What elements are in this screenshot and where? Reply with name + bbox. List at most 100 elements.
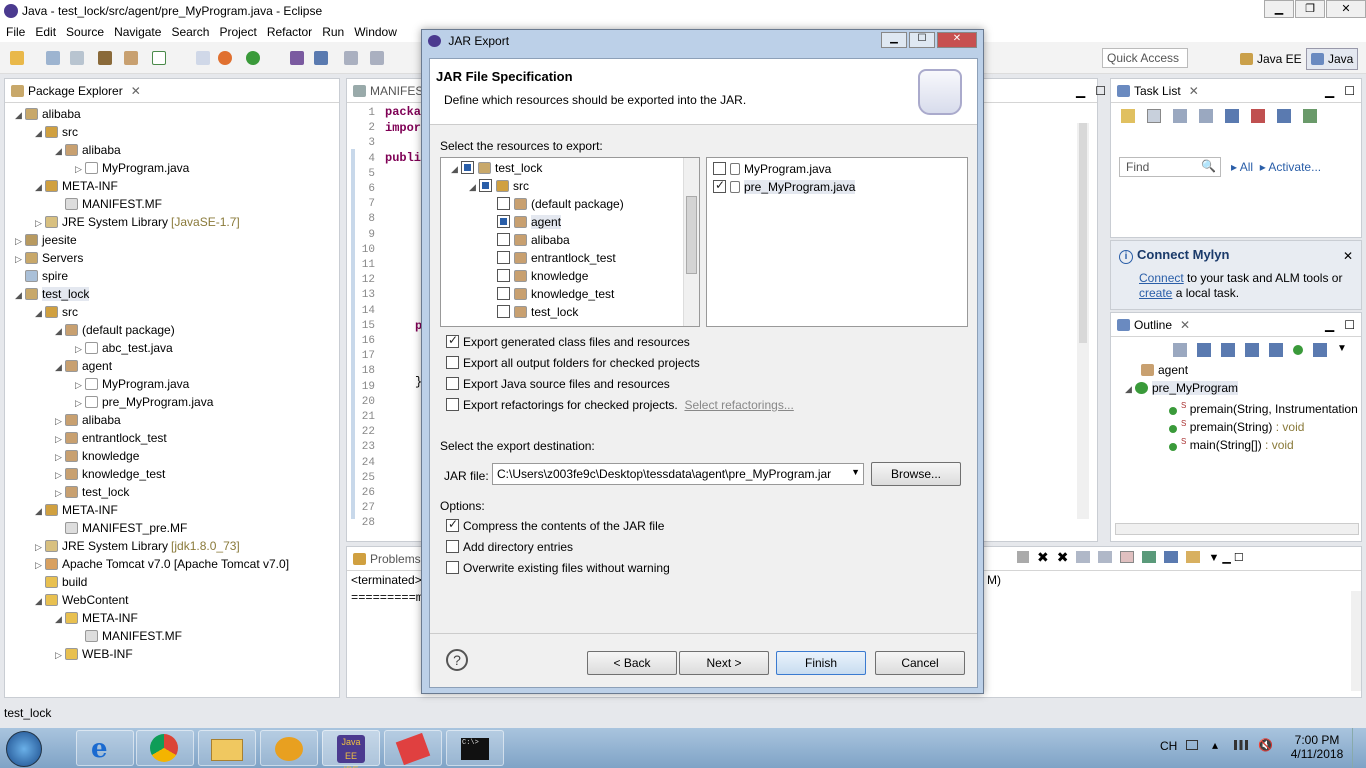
connect-link[interactable]: Connect xyxy=(1139,271,1184,285)
file-checkbox[interactable] xyxy=(713,162,726,175)
clear-console-icon[interactable] xyxy=(1076,551,1091,563)
new-task-icon[interactable] xyxy=(1121,109,1135,123)
hide-fields-icon[interactable] xyxy=(1221,343,1235,357)
resource-checkbox[interactable] xyxy=(497,197,510,210)
tree-row[interactable]: ▷ knowledge_test xyxy=(55,465,165,483)
public-icon[interactable] xyxy=(1293,345,1303,355)
opt-add-directory-entries[interactable]: Add directory entries xyxy=(446,540,573,554)
resource-checkbox[interactable] xyxy=(479,179,492,192)
tree-row[interactable]: ▷ JRE System Library [JavaSE-1.7] xyxy=(35,213,240,231)
create-link[interactable]: create xyxy=(1139,286,1172,300)
task-icon[interactable] xyxy=(152,51,166,65)
chrome-taskbar-icon[interactable] xyxy=(136,730,194,766)
collapse-arrow-icon[interactable]: ◢ xyxy=(55,142,65,160)
save-icon[interactable] xyxy=(46,51,60,65)
terminate-icon[interactable] xyxy=(1017,551,1029,563)
task-list-tab[interactable]: Task List ✕ ▁ ☐ xyxy=(1111,79,1361,103)
collapse-arrow-icon[interactable]: ◢ xyxy=(35,304,45,322)
collapse-arrow-icon[interactable]: ◢ xyxy=(55,322,65,340)
dialog-close-button[interactable]: ✕ xyxy=(937,32,977,48)
stop-icon[interactable] xyxy=(218,51,232,65)
perspective-java[interactable]: Java xyxy=(1306,48,1359,70)
hide-static-icon[interactable] xyxy=(1245,343,1259,357)
checkbox[interactable] xyxy=(446,333,459,348)
task-view-icon[interactable] xyxy=(1303,109,1317,123)
mylyn-close-icon[interactable]: ✕ xyxy=(1343,249,1353,263)
collapse-icon[interactable] xyxy=(1251,109,1265,123)
scroll-lock-icon[interactable] xyxy=(1098,551,1113,563)
tree-row[interactable]: ▷ pre_MyProgram.java xyxy=(75,393,213,411)
cmd-taskbar-icon[interactable]: C:\> xyxy=(446,730,504,766)
publish-icon[interactable] xyxy=(98,51,112,65)
expand-arrow-icon[interactable]: ▷ xyxy=(75,394,85,412)
expand-arrow-icon[interactable]: ▷ xyxy=(55,412,65,430)
expand-arrow-icon[interactable]: ▷ xyxy=(75,376,85,394)
focus-icon[interactable] xyxy=(1199,109,1213,123)
menu-file[interactable]: File xyxy=(6,25,25,39)
expand-arrow-icon[interactable]: ▷ xyxy=(75,160,85,178)
checkbox[interactable] xyxy=(446,540,459,553)
cancel-button[interactable]: Cancel xyxy=(875,651,965,675)
debug-icon[interactable] xyxy=(196,51,210,65)
tree-row[interactable]: ◢ META-INF xyxy=(35,177,118,195)
expand-arrow-icon[interactable]: ▷ xyxy=(15,250,25,268)
expand-arrow-icon[interactable]: ▷ xyxy=(15,232,25,250)
collapse-arrow-icon[interactable]: ◢ xyxy=(35,124,45,142)
start-button[interactable] xyxy=(6,731,42,767)
tree-row[interactable]: ◢ META-INF xyxy=(55,609,138,627)
collapse-arrow-icon[interactable]: ◢ xyxy=(15,106,25,124)
outline-view-menu-icon[interactable]: ▼ xyxy=(1337,343,1347,357)
tree-row[interactable]: ▷ entrantlock_test xyxy=(55,429,167,447)
tree-row[interactable]: ◢ agent xyxy=(55,357,112,375)
annotation-icon[interactable] xyxy=(344,51,358,65)
editor-tab-manifest[interactable]: MANIFES xyxy=(370,84,423,98)
outlook-taskbar-icon[interactable] xyxy=(260,730,318,766)
opt-overwrite[interactable]: Overwrite existing files without warning xyxy=(446,561,670,575)
tree-row[interactable]: MANIFEST.MF xyxy=(55,195,162,213)
all-link[interactable]: All xyxy=(1240,160,1253,174)
eclipse-taskbar-icon[interactable]: Java EEIDE xyxy=(322,730,380,768)
hide-nonpublic-icon[interactable] xyxy=(1269,343,1283,357)
opt-export-output-folders[interactable]: Export all output folders for checked pr… xyxy=(446,356,700,370)
menu-project[interactable]: Project xyxy=(219,25,256,39)
collapse-arrow-icon[interactable]: ◢ xyxy=(55,610,65,628)
resource-tree-row[interactable]: ◢ test_lock xyxy=(451,159,542,177)
tree-row[interactable]: ◢ src xyxy=(35,303,78,321)
resource-tree-row[interactable]: knowledge_test xyxy=(487,285,614,303)
tree-row[interactable]: ▷ MyProgram.java xyxy=(75,375,189,393)
remove-all-icon[interactable]: ✖ xyxy=(1057,550,1069,564)
resource-tree-row[interactable]: agent xyxy=(487,213,562,231)
expand-arrow-icon[interactable]: ▷ xyxy=(55,484,65,502)
language-indicator[interactable]: CH xyxy=(1160,739,1177,753)
resource-tree-row[interactable]: ◢ src xyxy=(469,177,529,195)
tree-row[interactable]: build xyxy=(35,573,87,591)
menu-window[interactable]: Window xyxy=(354,25,397,39)
open-type-icon[interactable] xyxy=(290,51,304,65)
perspective-javaee[interactable]: Java EE xyxy=(1236,48,1306,70)
pin-icon[interactable] xyxy=(370,51,384,65)
tree-row[interactable]: ◢ test_lock xyxy=(15,285,90,303)
menu-source[interactable]: Source xyxy=(66,25,104,39)
tree-row[interactable]: ▷ Servers xyxy=(15,249,83,267)
next-button[interactable]: Next > xyxy=(679,651,769,675)
opt-export-refactorings[interactable]: Export refactorings for checked projects… xyxy=(446,398,794,412)
outline-item-method[interactable]: S main(String[]) : void xyxy=(1169,433,1294,452)
resource-tree-row[interactable]: (default package) xyxy=(487,195,624,213)
show-hidden-icons[interactable]: ▴ xyxy=(1212,738,1218,752)
pin-console-icon[interactable] xyxy=(1142,551,1157,563)
collapse-arrow-icon[interactable]: ◢ xyxy=(35,178,45,196)
word-wrap-icon[interactable] xyxy=(1120,551,1135,563)
outline-item-method[interactable]: S premain(String, Instrumentation xyxy=(1169,397,1358,416)
expand-arrow-icon[interactable]: ◢ xyxy=(1125,380,1135,398)
menu-search[interactable]: Search xyxy=(171,25,209,39)
display-console-icon[interactable] xyxy=(1164,551,1179,563)
checkbox[interactable] xyxy=(446,398,459,411)
tree-row[interactable]: ◢ (default package) xyxy=(55,321,175,339)
outline-item-class[interactable]: ◢ pre_MyProgram xyxy=(1125,379,1239,398)
expand-arrow-icon[interactable]: ▷ xyxy=(55,466,65,484)
tree-row[interactable]: ◢ META-INF xyxy=(35,501,118,519)
network-icon[interactable] xyxy=(1234,740,1248,750)
outline-minmax[interactable]: ▁ ☐ xyxy=(1325,318,1355,332)
resource-checkbox[interactable] xyxy=(497,305,510,318)
tree-row[interactable]: ▷ MyProgram.java xyxy=(75,159,189,177)
